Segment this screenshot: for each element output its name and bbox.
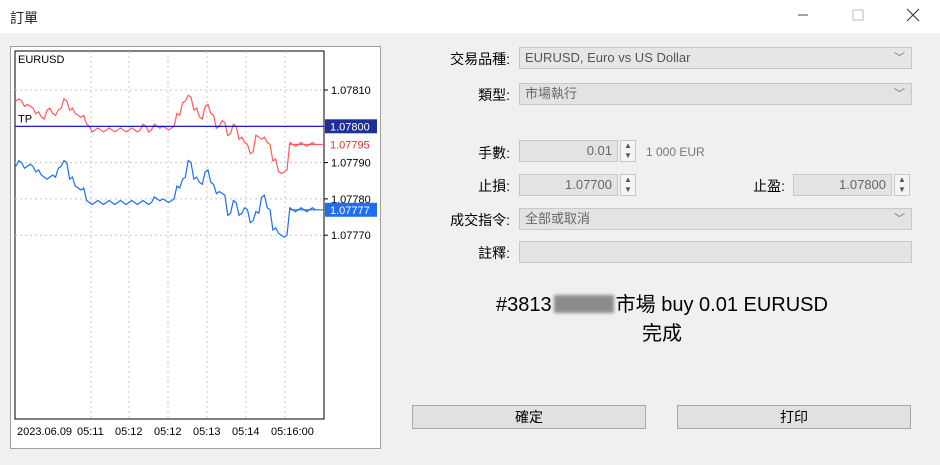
minimize-button[interactable] (780, 0, 826, 30)
take-profit-field[interactable]: 1.07800 (793, 174, 892, 196)
title-bar: 訂單 (0, 0, 940, 33)
x-tick-label: 05:12 (115, 426, 143, 438)
x-tick-label: 05:13 (193, 426, 221, 438)
window-title: 訂單 (10, 10, 38, 26)
chart-symbol-label: EURUSD (18, 54, 65, 66)
comment-label: 註釋: (478, 245, 510, 261)
redacted-order-number (553, 295, 614, 313)
type-select[interactable]: 市場執行 ﹀ (519, 83, 912, 105)
close-icon (906, 8, 920, 22)
y-tick-label: 1.07770 (331, 230, 371, 242)
take-profit-stepper[interactable]: ▲ ▼ (894, 174, 910, 196)
x-tick-label: 05:14 (232, 426, 260, 438)
x-tick-label: 05:11 (77, 426, 104, 438)
stepper-down-icon[interactable]: ▼ (621, 185, 635, 195)
stop-loss-label: 止損: (478, 178, 510, 194)
minimize-icon (798, 14, 808, 16)
volume-label: 手數: (478, 145, 510, 161)
fill-policy-label: 成交指令: (450, 212, 510, 228)
stepper-up-icon[interactable]: ▲ (895, 175, 909, 185)
ask-price-tag: 1.07777 (330, 205, 370, 217)
tp-price-tag: 1.07800 (330, 121, 370, 133)
chevron-down-icon: ﹀ (894, 88, 905, 100)
stepper-down-icon[interactable]: ▼ (895, 185, 909, 195)
order-status: 完成 (642, 323, 682, 345)
take-profit-value: 1.07800 (839, 177, 886, 192)
close-button[interactable] (890, 0, 936, 30)
ok-button[interactable]: 確定 (412, 405, 646, 429)
order-number-prefix: #3813 (496, 294, 552, 316)
type-label: 類型: (478, 87, 510, 103)
y-tick-label: 1.07810 (331, 85, 371, 97)
stepper-up-icon[interactable]: ▲ (621, 175, 635, 185)
chevron-down-icon: ﹀ (894, 213, 905, 225)
comment-field[interactable] (519, 241, 912, 263)
type-value: 市場執行 (525, 86, 578, 101)
bid-price-tag: 1.07795 (330, 139, 370, 151)
fill-policy-value: 全部或取消 (525, 211, 591, 226)
tp-line-label: TP (18, 113, 32, 125)
symbol-value: EURUSD, Euro vs US Dollar (525, 50, 691, 65)
order-result: #3813 市場 buy 0.01 EURUSD (412, 288, 912, 317)
x-tick-label: 2023.06.09 (17, 426, 72, 438)
volume-value: 0.01 (586, 143, 612, 158)
print-button[interactable]: 打印 (677, 405, 911, 429)
stop-loss-field[interactable]: 1.07700 (519, 174, 618, 196)
stepper-down-icon[interactable]: ▼ (621, 151, 635, 161)
y-tick-label: 1.07790 (331, 158, 371, 170)
tick-chart: 1.07810 1.07790 1.07780 1.07770 2023.06.09 05… (10, 46, 381, 449)
x-tick-label: 05:12 (154, 426, 182, 438)
x-tick-label: 05:16:00 (271, 426, 314, 438)
order-description: 市場 buy 0.01 EURUSD (615, 294, 828, 316)
symbol-select[interactable]: EURUSD, Euro vs US Dollar ﹀ (519, 47, 912, 69)
maximize-button (835, 0, 881, 30)
maximize-icon (852, 9, 864, 21)
stepper-up-icon[interactable]: ▲ (621, 141, 635, 151)
stop-loss-value: 1.07700 (565, 177, 612, 192)
chevron-down-icon: ﹀ (894, 52, 905, 64)
tick-chart-svg: 1.078101.077901.077801.077702023.06.09 05… (14, 50, 377, 438)
volume-unit: 1 000 EUR (646, 145, 705, 159)
stop-loss-stepper[interactable]: ▲ ▼ (620, 174, 636, 196)
volume-field[interactable]: 0.01 (519, 140, 618, 162)
symbol-label: 交易品種: (450, 51, 510, 67)
fill-policy-select[interactable]: 全部或取消 ﹀ (519, 208, 912, 230)
take-profit-label: 止盈: (753, 178, 785, 194)
volume-stepper[interactable]: ▲ ▼ (620, 140, 636, 162)
